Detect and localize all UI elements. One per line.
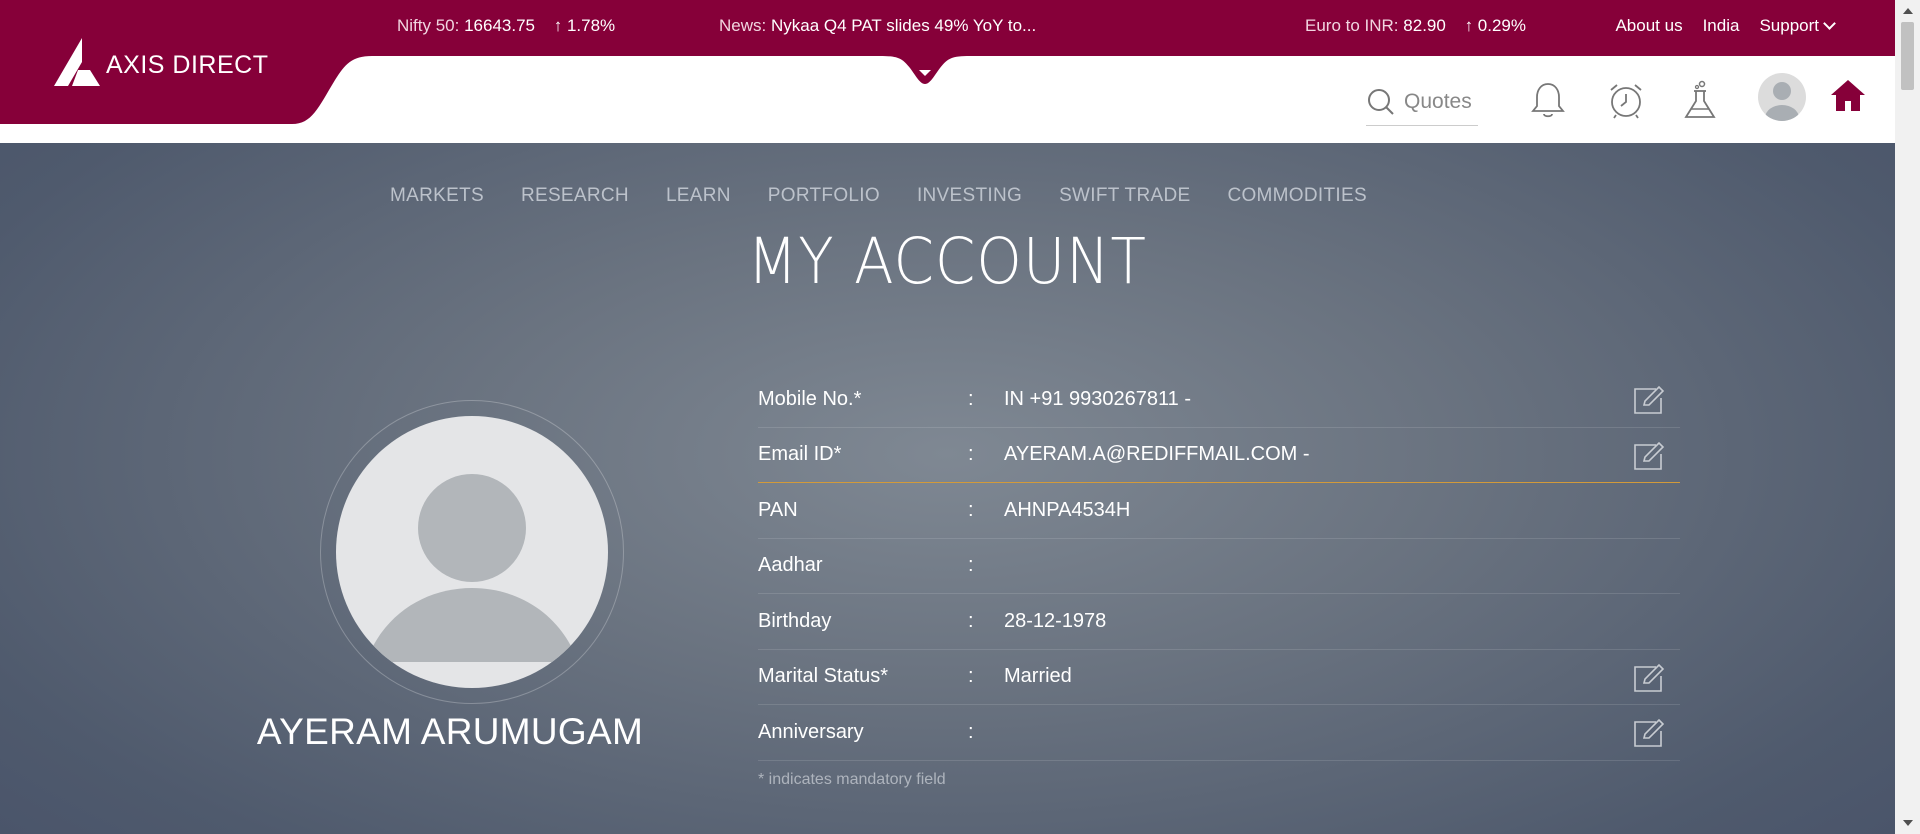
detail-label: PAN	[758, 498, 798, 521]
home-button[interactable]	[1826, 74, 1870, 118]
country-link[interactable]: India	[1703, 16, 1740, 36]
vertical-scrollbar[interactable]	[1895, 0, 1920, 834]
detail-row-mobile: Mobile No.* : IN +91 9930267811 -	[758, 372, 1680, 428]
chevron-down-icon	[1823, 17, 1836, 30]
account-details: Mobile No.* : IN +91 9930267811 - Email …	[758, 372, 1680, 761]
top-links: About us India Support	[1615, 16, 1836, 36]
ticker-expand-toggle[interactable]	[880, 54, 970, 88]
arrow-up-icon: ↑	[553, 16, 563, 35]
euro-label: Euro to INR:	[1305, 16, 1399, 35]
scroll-up-arrow-icon[interactable]	[1903, 8, 1913, 14]
detail-row-aadhar: Aadhar :	[758, 539, 1680, 594]
nav-learn[interactable]: LEARN	[666, 185, 731, 207]
detail-value: 28-12-1978	[1004, 609, 1107, 632]
detail-label: Marital Status*	[758, 665, 889, 688]
profile-picture[interactable]	[320, 400, 624, 704]
detail-label: Birthday	[758, 609, 832, 632]
nifty-value: 16643.75	[464, 16, 535, 35]
detail-row-anniversary: Anniversary :	[758, 705, 1680, 761]
detail-colon: :	[968, 665, 974, 688]
detail-label: Email ID*	[758, 443, 842, 466]
nav-investing[interactable]: INVESTING	[917, 185, 1022, 207]
brand-name: AXIS DIRECT	[106, 50, 269, 79]
detail-colon: :	[968, 554, 974, 577]
nav-commodities[interactable]: COMMODITIES	[1227, 185, 1366, 207]
home-icon	[1831, 80, 1865, 111]
detail-row-email: Email ID* : AYERAM.A@REDIFFMAIL.COM -	[758, 428, 1680, 483]
quotes-placeholder: Quotes	[1404, 89, 1472, 113]
user-full-name: AYERAM ARUMUGAM	[256, 711, 644, 752]
detail-colon: :	[968, 443, 974, 466]
euro-inr-ticker[interactable]: Euro to INR: 82.90 ↑ 0.29%	[1305, 16, 1526, 36]
logo-area: AXIS DIRECT	[0, 0, 380, 126]
news-headline: Nykaa Q4 PAT slides 49% YoY to...	[770, 16, 1037, 35]
nav-swift-trade[interactable]: SWIFT TRADE	[1059, 185, 1190, 207]
detail-value: AHNPA4534H	[1004, 498, 1131, 521]
nav-research[interactable]: RESEARCH	[521, 185, 629, 207]
detail-value: Married	[1004, 665, 1072, 688]
bell-icon	[1531, 83, 1565, 118]
nifty-ticker[interactable]: Nifty 50: 16643.75 ↑ 1.78%	[397, 16, 615, 36]
detail-label: Aadhar	[758, 554, 823, 577]
about-us-link[interactable]: About us	[1615, 16, 1682, 36]
news-ticker[interactable]: News: Nykaa Q4 PAT slides 49% YoY to...	[719, 16, 1036, 36]
nifty-label: Nifty 50:	[397, 16, 460, 35]
user-avatar-icon	[1758, 73, 1806, 121]
avatar	[336, 416, 608, 688]
support-menu[interactable]: Support	[1759, 16, 1836, 36]
detail-colon: :	[968, 720, 974, 743]
euro-value: 82.90	[1403, 16, 1446, 35]
axis-logo-icon	[54, 38, 100, 86]
detail-label: Mobile No.*	[758, 387, 862, 410]
detail-value: IN +91 9930267811 -	[1004, 387, 1192, 410]
main-content: MARKETS RESEARCH LEARN PORTFOLIO INVESTI…	[0, 143, 1895, 834]
search-icon	[1368, 88, 1394, 115]
edit-icon[interactable]	[1632, 440, 1666, 472]
detail-colon: :	[968, 387, 974, 410]
alarm-clock-icon	[1610, 84, 1642, 119]
edit-icon[interactable]	[1632, 717, 1666, 749]
detail-value: AYERAM.A@REDIFFMAIL.COM -	[1004, 443, 1310, 466]
detail-colon: :	[968, 609, 974, 632]
nav-portfolio[interactable]: PORTFOLIO	[768, 185, 880, 207]
edit-icon[interactable]	[1632, 384, 1666, 416]
page-title-text: MY ACCOUNT	[747, 225, 1148, 298]
alerts-button[interactable]	[1604, 78, 1648, 122]
nav-markets[interactable]: MARKETS	[390, 185, 484, 207]
notifications-button[interactable]	[1526, 78, 1570, 122]
euro-change: 0.29%	[1477, 16, 1526, 35]
flask-icon	[1684, 80, 1716, 118]
detail-row-pan: PAN : AHNPA4534H	[758, 483, 1680, 539]
profile-button[interactable]	[1757, 72, 1807, 122]
quotes-search[interactable]: Quotes	[1366, 78, 1478, 126]
lab-button[interactable]	[1678, 78, 1722, 122]
arrow-up-icon: ↑	[1464, 16, 1474, 35]
axis-direct-logo[interactable]: AXIS DIRECT	[52, 36, 268, 88]
detail-row-birthday: Birthday : 28-12-1978	[758, 594, 1680, 650]
user-silhouette-icon	[366, 474, 578, 662]
scrollbar-thumb[interactable]	[1901, 22, 1914, 90]
nifty-change: 1.78%	[566, 16, 616, 35]
detail-row-marital-status: Marital Status* : Married	[758, 650, 1680, 705]
detail-label: Anniversary	[758, 720, 864, 743]
support-label: Support	[1759, 16, 1819, 35]
edit-icon[interactable]	[1632, 662, 1666, 694]
news-label: News:	[719, 16, 767, 35]
detail-colon: :	[968, 498, 974, 521]
main-nav: MARKETS RESEARCH LEARN PORTFOLIO INVESTI…	[390, 185, 1367, 207]
scroll-down-arrow-icon[interactable]	[1903, 820, 1913, 826]
page-title: MY ACCOUNT	[0, 225, 1895, 298]
mandatory-note: * indicates mandatory field	[758, 771, 946, 788]
